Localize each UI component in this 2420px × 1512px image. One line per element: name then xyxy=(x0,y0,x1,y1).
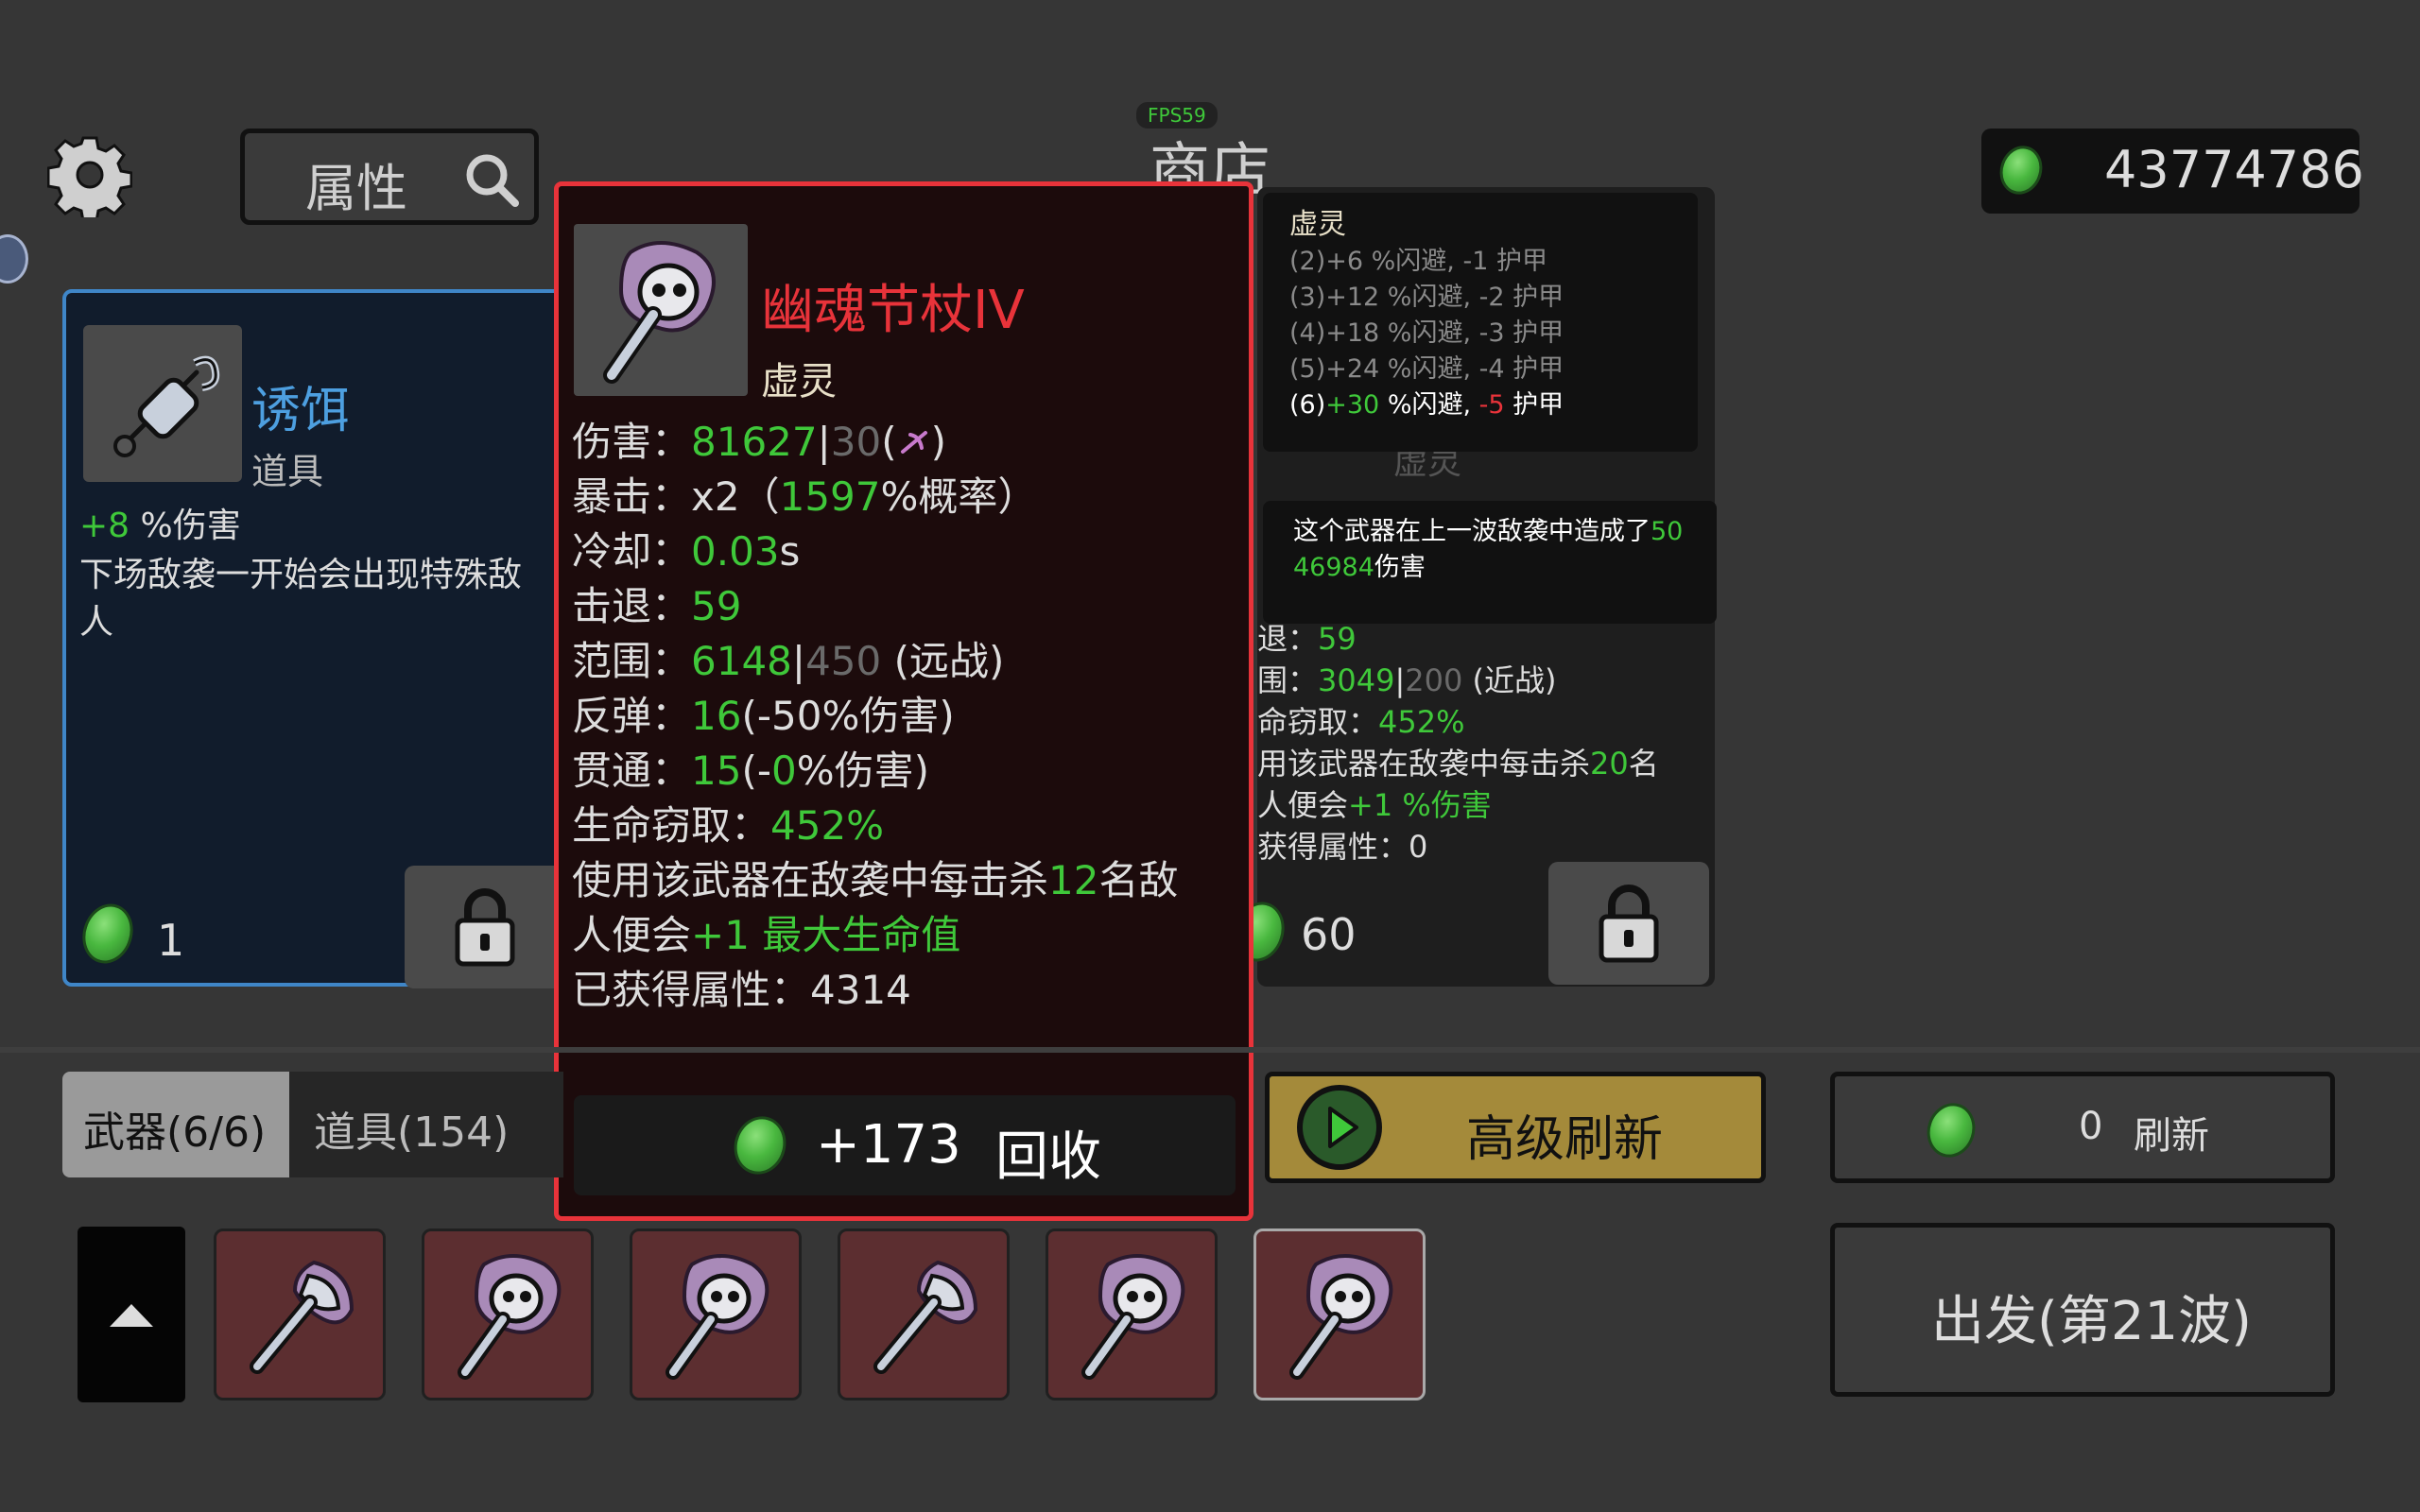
bait-stat-value: +8 xyxy=(79,507,130,545)
weapon-stats: 退：59 围：3049|200 (近战) 命窃取：452% 用该武器在敌袭中每击… xyxy=(1257,621,1659,865)
magic-icon xyxy=(900,431,927,454)
set-line-2: (2)+6 %闪避, -1 护甲 xyxy=(1289,247,1547,276)
inventory-slot-scepter-selected[interactable] xyxy=(1253,1228,1426,1400)
weapon-price: 60 xyxy=(1301,909,1357,960)
stat-crit: 暴击：x2（1597%概率） xyxy=(572,473,1038,520)
inventory-slot-axe[interactable] xyxy=(838,1228,1010,1400)
scroll-up-button[interactable] xyxy=(78,1227,185,1402)
damage-note-tooltip: 这个武器在上一波敌袭中造成了50 46984伤害 xyxy=(1263,501,1717,624)
inventory-row xyxy=(214,1228,1426,1400)
bait-price: 1 xyxy=(157,915,185,966)
axe-icon xyxy=(250,1260,354,1374)
coin-icon xyxy=(726,1109,794,1181)
stat-cooldown: 冷却：0.03s xyxy=(572,528,801,575)
start-wave-label: 出发(第21波) xyxy=(1931,1291,2252,1352)
shop-card-bait[interactable]: 诱饵 道具 +8 %伤害 下场敌袭一开始会出现特殊敌人 1 xyxy=(62,289,573,988)
ghost-scepter-icon xyxy=(666,1254,769,1380)
triangle-up-icon xyxy=(110,1304,153,1327)
bait-stat-label: %伤害 xyxy=(140,507,241,545)
recycle-label: 回收 xyxy=(995,1126,1101,1188)
lock-icon xyxy=(1599,885,1659,963)
stat-gained: 已获得属性：4314 xyxy=(572,967,911,1013)
gear-icon xyxy=(46,136,133,223)
inventory-slot-axe[interactable] xyxy=(214,1228,386,1400)
play-icon xyxy=(1297,1085,1382,1170)
search-icon xyxy=(466,154,519,207)
refresh-cost: 0 xyxy=(2079,1105,2103,1148)
ghost-scepter-icon xyxy=(1289,1254,1393,1380)
lock-button[interactable] xyxy=(1548,862,1709,985)
tab-items-label: 道具(154) xyxy=(314,1108,510,1157)
set-line-4: (4)+18 %闪避, -3 护甲 xyxy=(1289,318,1564,348)
premium-refresh-label: 高级刷新 xyxy=(1466,1111,1664,1168)
coin-icon xyxy=(75,897,141,971)
weapon-tooltip: 幽魂节杖IV 虚灵 伤害：81627|30() 暴击：x2（1597%概率） 冷… xyxy=(554,181,1253,1221)
stat-kill-bonus: 使用该武器在敌袭中每击杀12名敌 xyxy=(572,857,1179,903)
set-line-3: (3)+12 %闪避, -2 护甲 xyxy=(1289,283,1564,312)
set-bonus-tooltip: 虚灵 (2)+6 %闪避, -1 护甲 (3)+12 %闪避, -2 护甲 (4… xyxy=(1263,193,1698,452)
premium-refresh-button[interactable]: 高级刷新 xyxy=(1265,1072,1766,1183)
attributes-button[interactable]: 属性 xyxy=(240,129,539,225)
stat-damage: 伤害：81627|30() xyxy=(572,419,947,465)
inventory-slot-scepter[interactable] xyxy=(630,1228,802,1400)
bait-stat: +8 %伤害 xyxy=(79,503,241,550)
weapon-name: 幽魂节杖IV xyxy=(761,280,1025,341)
start-wave-button[interactable]: 出发(第21波) xyxy=(1830,1223,2335,1397)
tab-weapons-label: 武器(6/6) xyxy=(83,1108,267,1157)
weapon-stats: 伤害：81627|30() 暴击：x2（1597%概率） 冷却：0.03s 击退… xyxy=(572,415,1178,1018)
set-line-5: (5)+24 %闪避, -4 护甲 xyxy=(1289,354,1564,384)
axe-icon xyxy=(873,1260,978,1374)
ghost-scepter-icon xyxy=(458,1254,562,1380)
ghost-scepter-icon xyxy=(1081,1254,1185,1380)
refresh-button[interactable]: 0 刷新 xyxy=(1830,1072,2335,1183)
coin-icon xyxy=(1920,1096,1982,1164)
weapon-type: 虚灵 xyxy=(761,360,837,404)
recycle-button[interactable]: +173 回收 xyxy=(574,1095,1236,1195)
stat-range: 范围：6148|450 (远战) xyxy=(572,638,1005,684)
recycle-value: +173 xyxy=(816,1114,961,1176)
stat-lifesteal: 生命窃取：452% xyxy=(572,802,885,849)
coin-icon xyxy=(1994,140,2048,200)
divider xyxy=(0,1047,2420,1053)
stat-knockback: 击退：59 xyxy=(572,583,742,629)
attributes-label: 属性 xyxy=(305,159,407,218)
bait-icon xyxy=(113,355,220,457)
set-line-6: (6)+30 %闪避, -5 护甲 xyxy=(1289,390,1564,420)
set-title: 虚灵 xyxy=(1289,208,1346,241)
stat-kill-bonus-2: 人便会+1 最大生命值 xyxy=(572,912,961,958)
refresh-label: 刷新 xyxy=(2134,1114,2209,1158)
stat-bounce: 反弹：16(-50%伤害) xyxy=(572,693,955,739)
lock-button[interactable] xyxy=(405,866,565,988)
inventory-slot-scepter[interactable] xyxy=(1046,1228,1218,1400)
weapon-icon-box xyxy=(574,224,748,396)
tab-weapons[interactable]: 武器(6/6) xyxy=(62,1072,289,1177)
tab-items[interactable]: 道具(154) xyxy=(289,1072,563,1177)
bait-name: 诱饵 xyxy=(251,383,351,439)
inventory-slot-scepter[interactable] xyxy=(422,1228,594,1400)
bait-icon-box xyxy=(83,325,242,482)
money-display: 43774786 xyxy=(1981,129,2364,214)
ghost-scepter-icon xyxy=(603,241,716,384)
settings-button[interactable] xyxy=(46,132,133,223)
money-value: 43774786 xyxy=(2104,140,2364,199)
side-badge xyxy=(0,234,28,284)
bait-type: 道具 xyxy=(251,451,324,492)
bait-desc: 下场敌袭一开始会出现特殊敌人 xyxy=(79,556,523,642)
lock-icon xyxy=(455,888,515,967)
stat-pierce: 贯通：15(-0%伤害) xyxy=(572,747,930,794)
